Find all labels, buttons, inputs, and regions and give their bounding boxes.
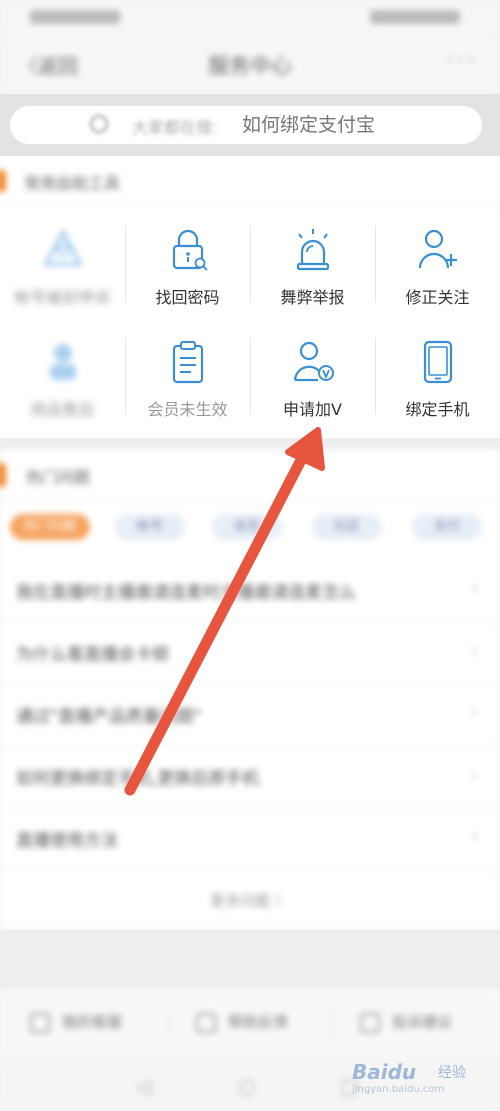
annotation-arrow <box>124 427 325 796</box>
